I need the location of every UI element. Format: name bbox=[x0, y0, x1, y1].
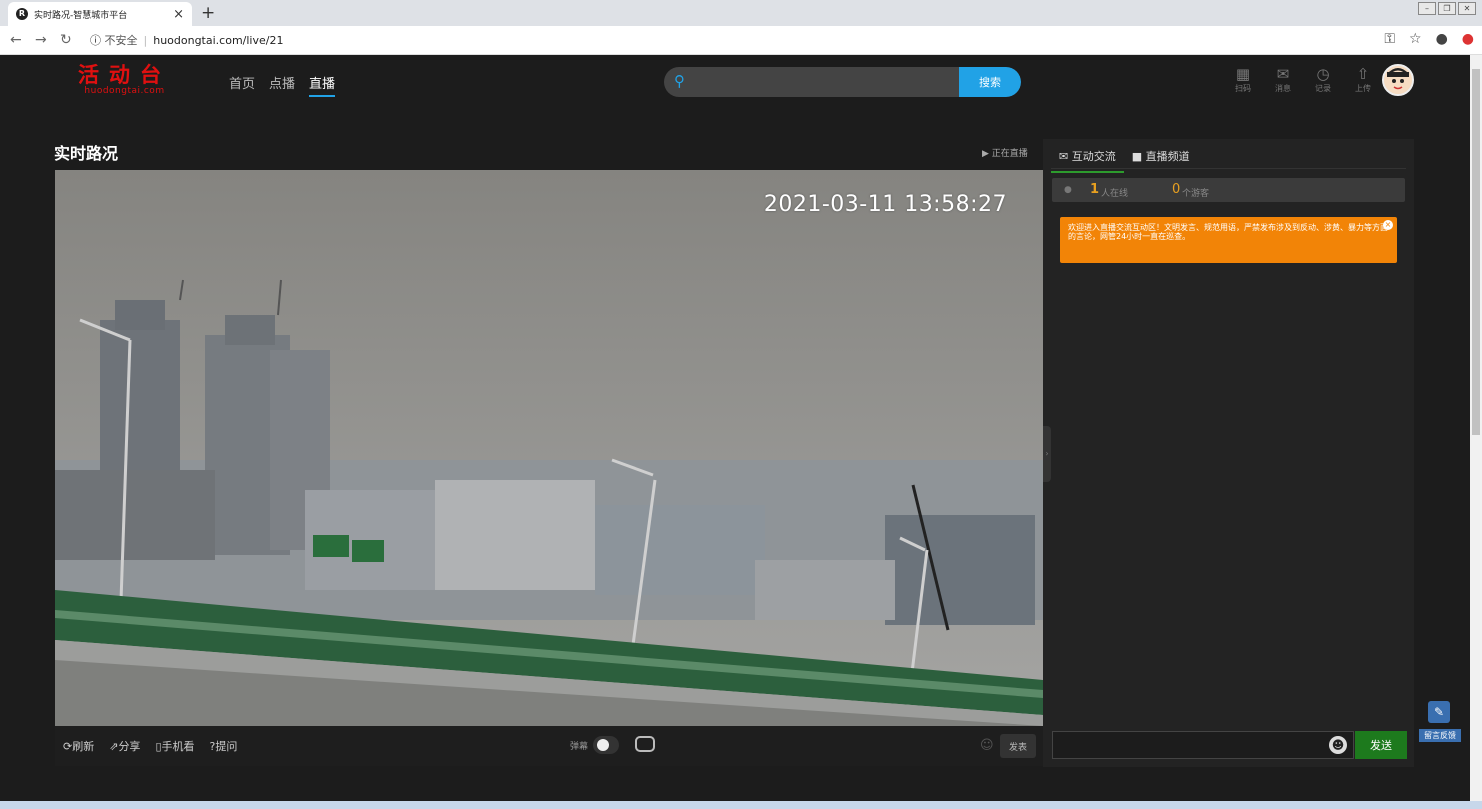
tab-interaction-label: 互动交流 bbox=[1071, 150, 1116, 163]
logo-domain: huodongtai.com bbox=[84, 86, 165, 96]
bookmark-star-icon[interactable]: ☆ bbox=[1409, 31, 1422, 47]
ask-label: 提问 bbox=[215, 740, 238, 753]
welcome-notice: 欢迎进入直播交流互动区！文明发言、规范用语，严禁发布涉及到反动、涉黄、暴力等方面… bbox=[1060, 217, 1397, 263]
history-label: 记录 bbox=[1315, 84, 1331, 93]
viewer-stats: ● 1 人在线 0 个游客 bbox=[1052, 178, 1405, 202]
online-label: 人在线 bbox=[1101, 189, 1129, 199]
security-warning: 不安全 bbox=[104, 34, 138, 47]
minimize-button[interactable]: – bbox=[1418, 2, 1436, 15]
chat-input[interactable] bbox=[1052, 731, 1354, 759]
scan-icon: ▦ bbox=[1235, 65, 1251, 83]
tab-live-channel-label: 直播频道 bbox=[1145, 150, 1190, 163]
os-taskbar bbox=[0, 801, 1482, 809]
main-nav: 首页 点播 直播 bbox=[229, 73, 336, 97]
search-button[interactable]: 搜索 bbox=[959, 67, 1021, 97]
refresh-label: 刷新 bbox=[72, 740, 95, 753]
header-icons: ▦ 扫码 ✉ 消息 ◷ 记录 ⇧ 上传 bbox=[1230, 66, 1376, 95]
collapse-chat-handle[interactable]: › bbox=[1043, 426, 1051, 482]
nav-live[interactable]: 直播 bbox=[309, 73, 336, 97]
refresh-icon: ⟳ bbox=[63, 740, 73, 753]
live-status-label: 正在直播 bbox=[991, 149, 1028, 159]
url-field[interactable]: ⓘ 不安全 | huodongtai.com/live/21 bbox=[90, 32, 283, 48]
video-camera-icon: ■ bbox=[1131, 150, 1143, 163]
close-tab-icon[interactable]: × bbox=[173, 7, 184, 22]
video-timestamp: 2021-03-11 13:58:27 bbox=[763, 192, 1007, 217]
guest-label: 个游客 bbox=[1182, 189, 1210, 199]
upload-label: 上传 bbox=[1355, 84, 1371, 93]
browser-tabbar: R 实时路况-智慧城市平台 × + – ❐ ✕ bbox=[0, 0, 1482, 26]
pencil-icon[interactable]: ✎ bbox=[1428, 701, 1450, 723]
search-box: ⚲ 搜索 bbox=[664, 67, 1021, 97]
video-frame bbox=[55, 170, 1043, 726]
user-icon: ● bbox=[1064, 185, 1072, 195]
forward-icon[interactable]: → bbox=[35, 32, 47, 48]
share-label: 分享 bbox=[118, 740, 141, 753]
guest-count: 0 bbox=[1172, 182, 1181, 197]
message-icon: ✉ bbox=[1276, 65, 1290, 83]
nav-vod[interactable]: 点播 bbox=[269, 73, 295, 97]
refresh-button[interactable]: ⟳刷新 bbox=[63, 738, 94, 754]
back-icon[interactable]: ← bbox=[10, 32, 22, 48]
page-title: 实时路况 bbox=[54, 144, 119, 163]
feedback-button[interactable]: 留言反馈 bbox=[1419, 729, 1461, 742]
ask-button[interactable]: ?提问 bbox=[210, 738, 238, 754]
reload-icon[interactable]: ↻ bbox=[60, 32, 72, 48]
video-player[interactable]: 2021-03-11 13:58:27 bbox=[55, 170, 1043, 726]
search-input[interactable] bbox=[698, 70, 952, 96]
notice-text: 欢迎进入直播交流互动区！文明发言、规范用语，严禁发布涉及到反动、涉黄、暴力等方面… bbox=[1068, 223, 1388, 241]
message-button[interactable]: ✉ 消息 bbox=[1270, 66, 1296, 95]
favicon-icon: R bbox=[16, 8, 28, 20]
scan-label: 扫码 bbox=[1235, 84, 1251, 93]
new-tab-button[interactable]: + bbox=[201, 3, 215, 23]
scrollbar-thumb[interactable] bbox=[1472, 69, 1480, 435]
chat-send-button[interactable]: 发送 bbox=[1355, 731, 1407, 759]
online-count: 1 bbox=[1090, 182, 1100, 197]
chat-panel: ✉ 互动交流 ■ 直播频道 ● 1 人在线 0 个游客 欢迎进入直播交流互动区！… bbox=[1043, 139, 1414, 767]
account-icon[interactable]: ● bbox=[1436, 31, 1448, 47]
scan-button[interactable]: ▦ 扫码 bbox=[1230, 66, 1256, 95]
url-text: huodongtai.com/live/21 bbox=[153, 34, 284, 47]
avatar[interactable] bbox=[1382, 64, 1414, 96]
history-button[interactable]: ◷ 记录 bbox=[1310, 66, 1336, 95]
tab-title: 实时路况-智慧城市平台 bbox=[34, 10, 128, 21]
chat-bubble-icon: ✉ bbox=[1059, 150, 1069, 163]
emoji-small-icon[interactable]: ☺ bbox=[980, 738, 994, 753]
close-window-button[interactable]: ✕ bbox=[1458, 2, 1476, 15]
mobile-watch-button[interactable]: ▯手机看 bbox=[155, 738, 194, 754]
logo-text: 活动台 bbox=[78, 62, 171, 87]
play-icon: ▶ bbox=[982, 149, 989, 159]
avatar-face-icon bbox=[1384, 66, 1412, 94]
info-icon: ⓘ bbox=[90, 34, 101, 47]
share-button[interactable]: ⇗分享 bbox=[109, 738, 140, 754]
message-label: 消息 bbox=[1275, 84, 1291, 93]
address-bar: ← → ↻ ⓘ 不安全 | huodongtai.com/live/21 ⚿ ☆ ●… bbox=[0, 26, 1482, 55]
restore-button[interactable]: ❐ bbox=[1438, 2, 1456, 15]
danmu-send-button[interactable]: 发表 bbox=[1000, 734, 1036, 758]
danmu-settings-icon[interactable] bbox=[635, 736, 655, 752]
site-header: 活动台 huodongtai.com 首页 点播 直播 ⚲ 搜索 ▦ 扫码 ✉ … bbox=[0, 55, 1482, 109]
live-status: ▶ 正在直播 bbox=[982, 146, 1028, 159]
upload-button[interactable]: ⇧ 上传 bbox=[1350, 66, 1376, 95]
emoji-icon[interactable]: ☻ bbox=[1329, 736, 1347, 754]
page-scrollbar[interactable] bbox=[1470, 55, 1482, 803]
opera-icon[interactable]: ● bbox=[1462, 31, 1474, 47]
tab-divider bbox=[1051, 168, 1406, 169]
address-actions: ⚿ ☆ ● ● bbox=[1384, 31, 1474, 47]
close-notice-icon[interactable]: × bbox=[1383, 220, 1393, 230]
player-controls: ⟳刷新 ⇗分享 ▯手机看 ?提问 弹幕 ☺ 发表 bbox=[55, 726, 1043, 766]
upload-icon: ⇧ bbox=[1356, 65, 1370, 83]
danmu-input[interactable] bbox=[667, 734, 1001, 760]
search-icon: ⚲ bbox=[674, 72, 685, 90]
history-icon: ◷ bbox=[1316, 65, 1330, 83]
nav-home[interactable]: 首页 bbox=[229, 73, 255, 97]
danmu-toggle[interactable] bbox=[593, 736, 619, 754]
mobile-watch-label: 手机看 bbox=[161, 740, 195, 753]
browser-tab[interactable]: R 实时路况-智慧城市平台 × bbox=[8, 2, 192, 26]
danmu-label: 弹幕 bbox=[570, 742, 589, 752]
key-icon[interactable]: ⚿ bbox=[1384, 31, 1395, 47]
window-controls: – ❐ ✕ bbox=[1418, 2, 1476, 15]
site-logo[interactable]: 活动台 huodongtai.com bbox=[78, 62, 171, 97]
player-actions: ⟳刷新 ⇗分享 ▯手机看 ?提问 bbox=[63, 738, 237, 754]
